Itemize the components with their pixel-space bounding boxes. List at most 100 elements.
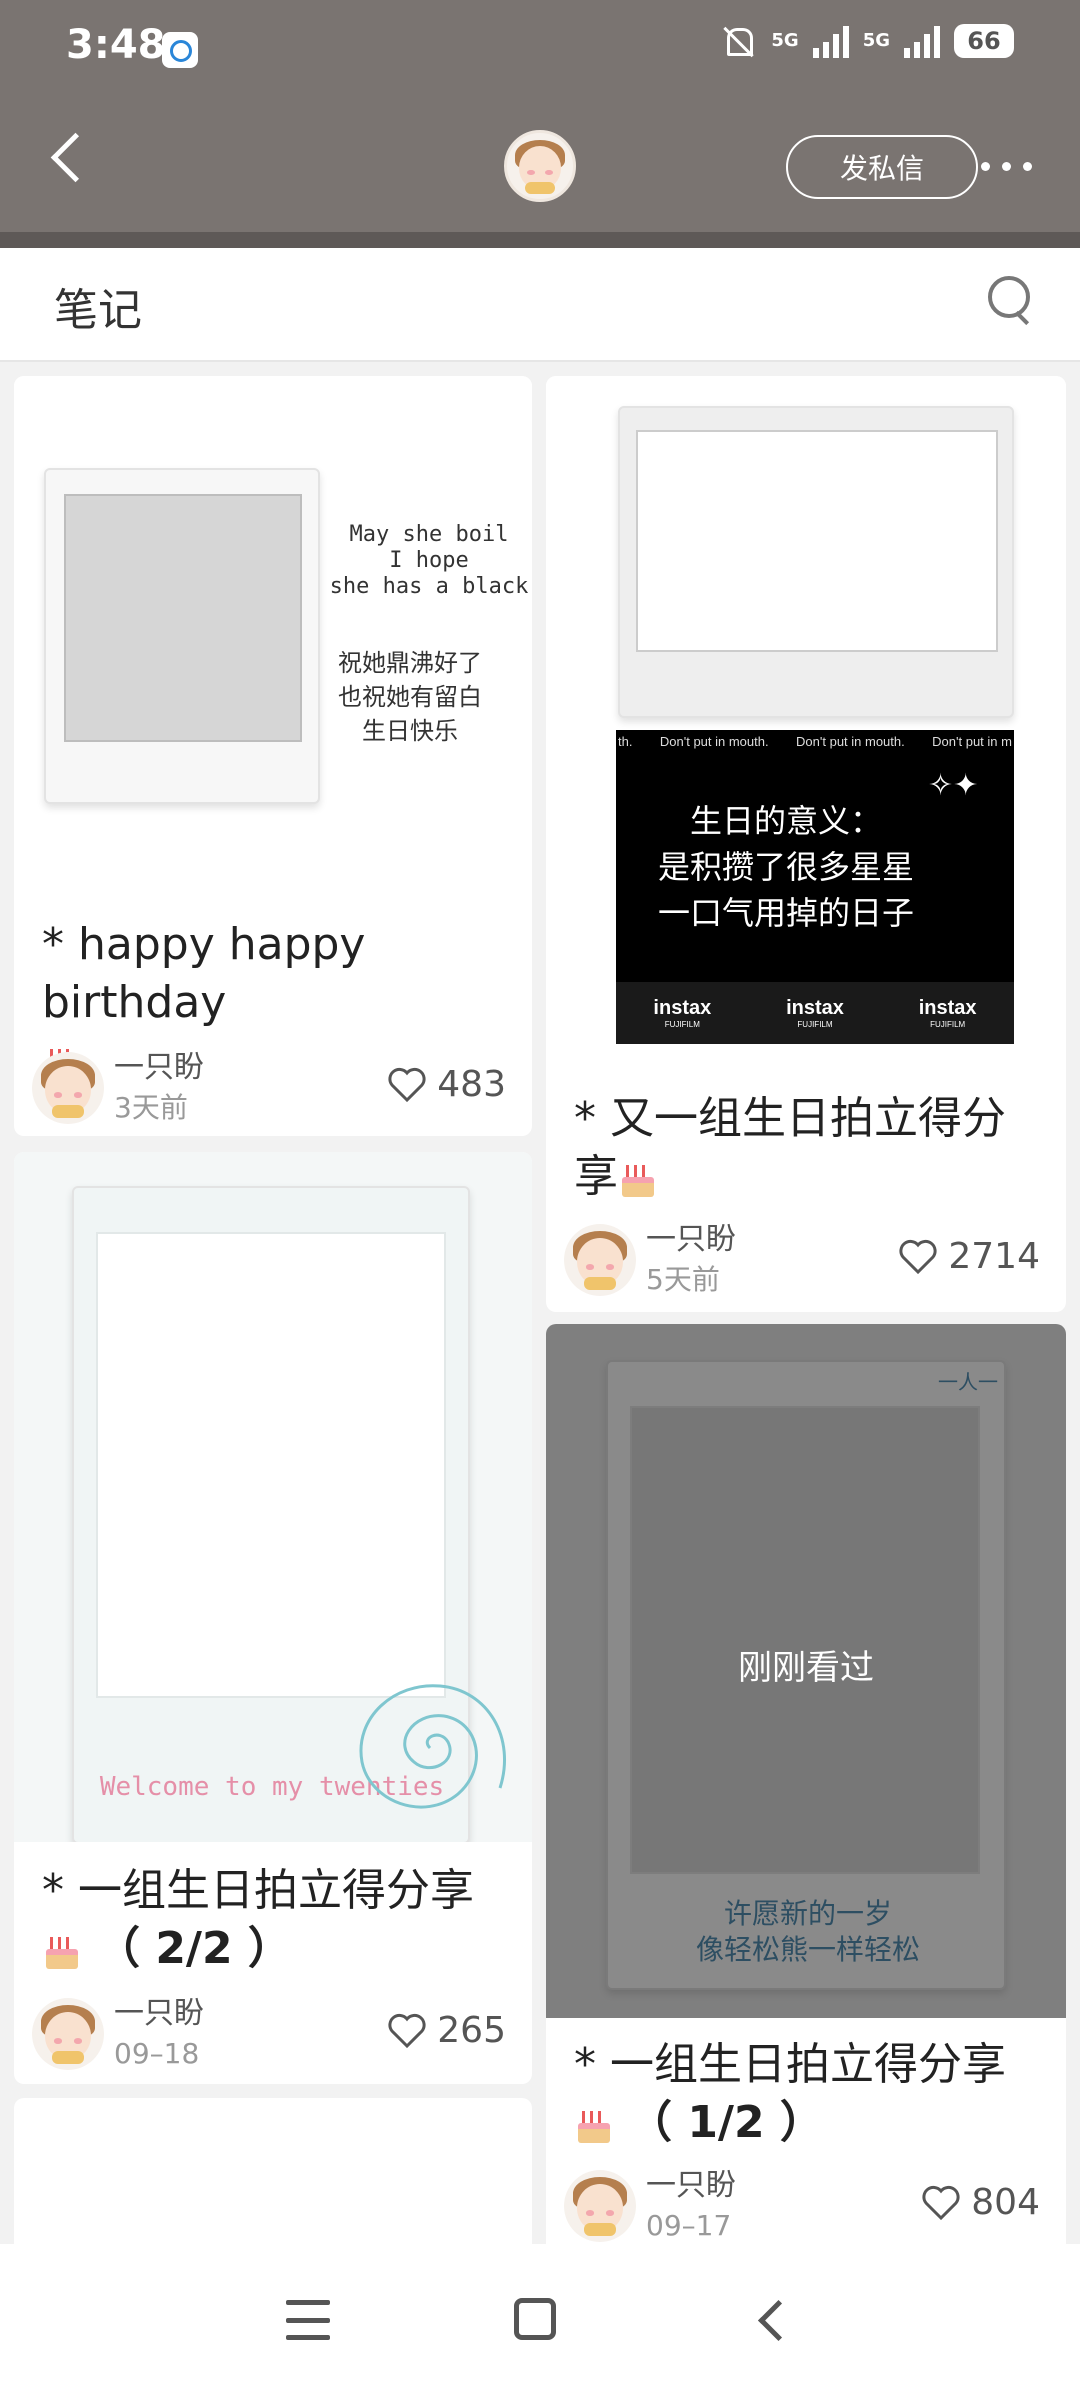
viewed-overlay-label: 刚刚看过 (738, 1648, 874, 1688)
note-caption-text: * happy happy birthday (42, 919, 366, 1028)
image-text-zh: 许愿新的一岁 像轻松熊一样轻松 (628, 1896, 988, 1968)
note-image: th. Don't put in mouth. Don't put in mou… (546, 376, 1066, 1076)
search-icon[interactable] (986, 274, 1036, 324)
battery-level: 66 (967, 27, 1001, 55)
strip-text: Don't put in mouth. (796, 734, 905, 749)
heart-icon (899, 1239, 937, 1274)
image-text-line: I hope (389, 548, 469, 573)
note-caption-text: * 一组生日拍立得分享 (42, 1865, 474, 1916)
note-author[interactable]: 一只盼 5天前 (564, 1220, 736, 1300)
like-button[interactable]: 265 (387, 2010, 506, 2051)
status-time: 3:48 (66, 22, 166, 68)
avatar (32, 1052, 104, 1124)
instax-photo: th. Don't put in mouth. Don't put in mou… (616, 730, 1014, 1044)
note-image: May she boil I hope she has a black 祝她鼎沸… (14, 376, 532, 896)
image-text-line: 是积攒了很多星星 (657, 848, 914, 886)
heart-icon (388, 2013, 426, 2048)
author-name: 一只盼 (114, 1050, 204, 1085)
like-count: 804 (971, 2182, 1040, 2223)
tab-notes[interactable]: 笔记 (54, 274, 142, 338)
note-author[interactable]: 一只盼 3天前 (32, 1048, 204, 1128)
image-text-zh: 祝她鼎沸好了 也祝她有留白 生日快乐 (320, 646, 500, 748)
note-image: 一人一 许愿新的一岁 像轻松熊一样轻松 刚刚看过 (546, 1324, 1066, 2018)
app-badge-icon (162, 32, 198, 68)
note-caption-text: （ 2/2 ） (96, 1923, 292, 1974)
like-button[interactable]: 483 (387, 1064, 506, 1105)
image-text-line: 生日的意义： (689, 802, 882, 840)
back-icon[interactable] (40, 130, 90, 190)
cake-icon (574, 2105, 614, 2145)
polaroid-window (636, 430, 998, 652)
header-divider (0, 232, 1080, 248)
author-name: 一只盼 (646, 2168, 736, 2203)
note-date: 3天前 (114, 1091, 188, 1124)
like-button[interactable]: 2714 (898, 1236, 1040, 1277)
signal-icon (812, 24, 849, 58)
note-caption-text: 享 (574, 1151, 618, 1202)
mute-icon (719, 24, 757, 58)
note-caption[interactable]: * 一组生日拍立得分享 （ 1/2 ） (574, 2036, 1064, 2152)
strip-text: Don't put in mouth. (659, 734, 769, 749)
image-text-line: 像轻松熊一样轻松 (695, 1933, 920, 1966)
image-text-en: May she boil I hope she has a black (324, 522, 532, 600)
image-text-line: 祝她鼎沸好了 (338, 649, 482, 677)
note-author[interactable]: 一只盼 09–18 (32, 1994, 204, 2074)
instax-logo: instax FUJIFILM (918, 997, 977, 1029)
avatar-blush (526, 169, 535, 176)
note-author[interactable]: 一只盼 09–17 (564, 2166, 736, 2246)
note-card[interactable]: th. Don't put in mouth. Don't put in mou… (546, 376, 1066, 1312)
like-button[interactable]: 804 (921, 2182, 1040, 2223)
instax-logo: instax FUJIFILM (653, 997, 712, 1029)
menu-icon[interactable] (286, 2300, 330, 2340)
image-text-corner: 一人一 (938, 1370, 998, 1394)
author-name: 一只盼 (646, 1222, 736, 1257)
image-text-line: 一口气用掉的日子 (657, 894, 914, 932)
sparkle-icon: ✧✦ (928, 768, 979, 803)
back-icon[interactable] (748, 2298, 788, 2344)
network-label-1: 5G (771, 30, 799, 51)
strip-text: th. (618, 734, 633, 749)
tab-bar: 笔记 (0, 248, 1080, 362)
note-date: 09–18 (114, 2037, 200, 2070)
top-bar: 3:48 5G 5G 66 发私信 (0, 0, 1080, 232)
signal-icon-2 (904, 24, 940, 58)
image-text-line: 许愿新的一岁 (723, 1897, 892, 1930)
image-text-zh: 生日的意义： 是积攒了很多星星 一口气用掉的日子 (636, 798, 936, 936)
status-bar: 3:48 5G 5G 66 (0, 0, 1080, 100)
network-label-2: 5G (862, 30, 890, 51)
note-caption[interactable]: * 又一组生日拍立得分 享 (574, 1090, 1064, 1206)
avatar (32, 1998, 104, 2070)
image-text-line: 也祝她有留白 (338, 683, 482, 711)
image-text-line: she has a black (329, 574, 529, 599)
note-date: 5天前 (646, 1263, 720, 1296)
note-date: 09–17 (646, 2209, 732, 2242)
instax-bottom-strip: instax FUJIFILM instax FUJIFILM instax FUJI… (616, 982, 1014, 1044)
image-text-line: May she boil (349, 522, 509, 547)
cake-icon (42, 1931, 82, 1971)
like-count: 483 (437, 1064, 506, 1105)
polaroid-window (64, 494, 302, 742)
more-icon[interactable] (976, 148, 1036, 184)
strip-text: Don't put in m (932, 734, 1012, 749)
battery-icon: 66 (954, 24, 1014, 58)
dm-button[interactable]: 发私信 (786, 135, 978, 199)
polaroid-frame (44, 468, 320, 804)
note-card[interactable]: May she boil I hope she has a black 祝她鼎沸… (14, 376, 532, 1136)
like-count: 2714 (948, 1236, 1040, 1277)
avatar[interactable] (504, 130, 576, 202)
home-icon[interactable] (514, 2298, 556, 2340)
avatar-scarf (525, 181, 555, 194)
note-caption-text: （ 1/2 ） (628, 2097, 824, 2148)
image-text-line: 生日快乐 (362, 717, 458, 745)
avatar (564, 1224, 636, 1296)
polaroid-frame (618, 406, 1014, 718)
note-card[interactable]: Welcome to my twenties * 一组生日拍立得分享 （ 2/2… (14, 1152, 532, 2084)
swirl-doodle (359, 1684, 506, 1809)
note-image: Welcome to my twenties (14, 1152, 532, 1842)
note-card[interactable]: 一人一 许愿新的一岁 像轻松熊一样轻松 刚刚看过 * 一组生日拍立得分享 （ 1… (546, 1324, 1066, 2284)
cake-icon (618, 1159, 658, 1199)
instax-top-strip: th. Don't put in mouth. Don't put in mou… (616, 734, 1014, 756)
note-caption-text: * 又一组生日拍立得分 (574, 1093, 1006, 1144)
author-name: 一只盼 (114, 1996, 204, 2031)
note-caption[interactable]: * 一组生日拍立得分享 （ 2/2 ） (42, 1862, 532, 1978)
